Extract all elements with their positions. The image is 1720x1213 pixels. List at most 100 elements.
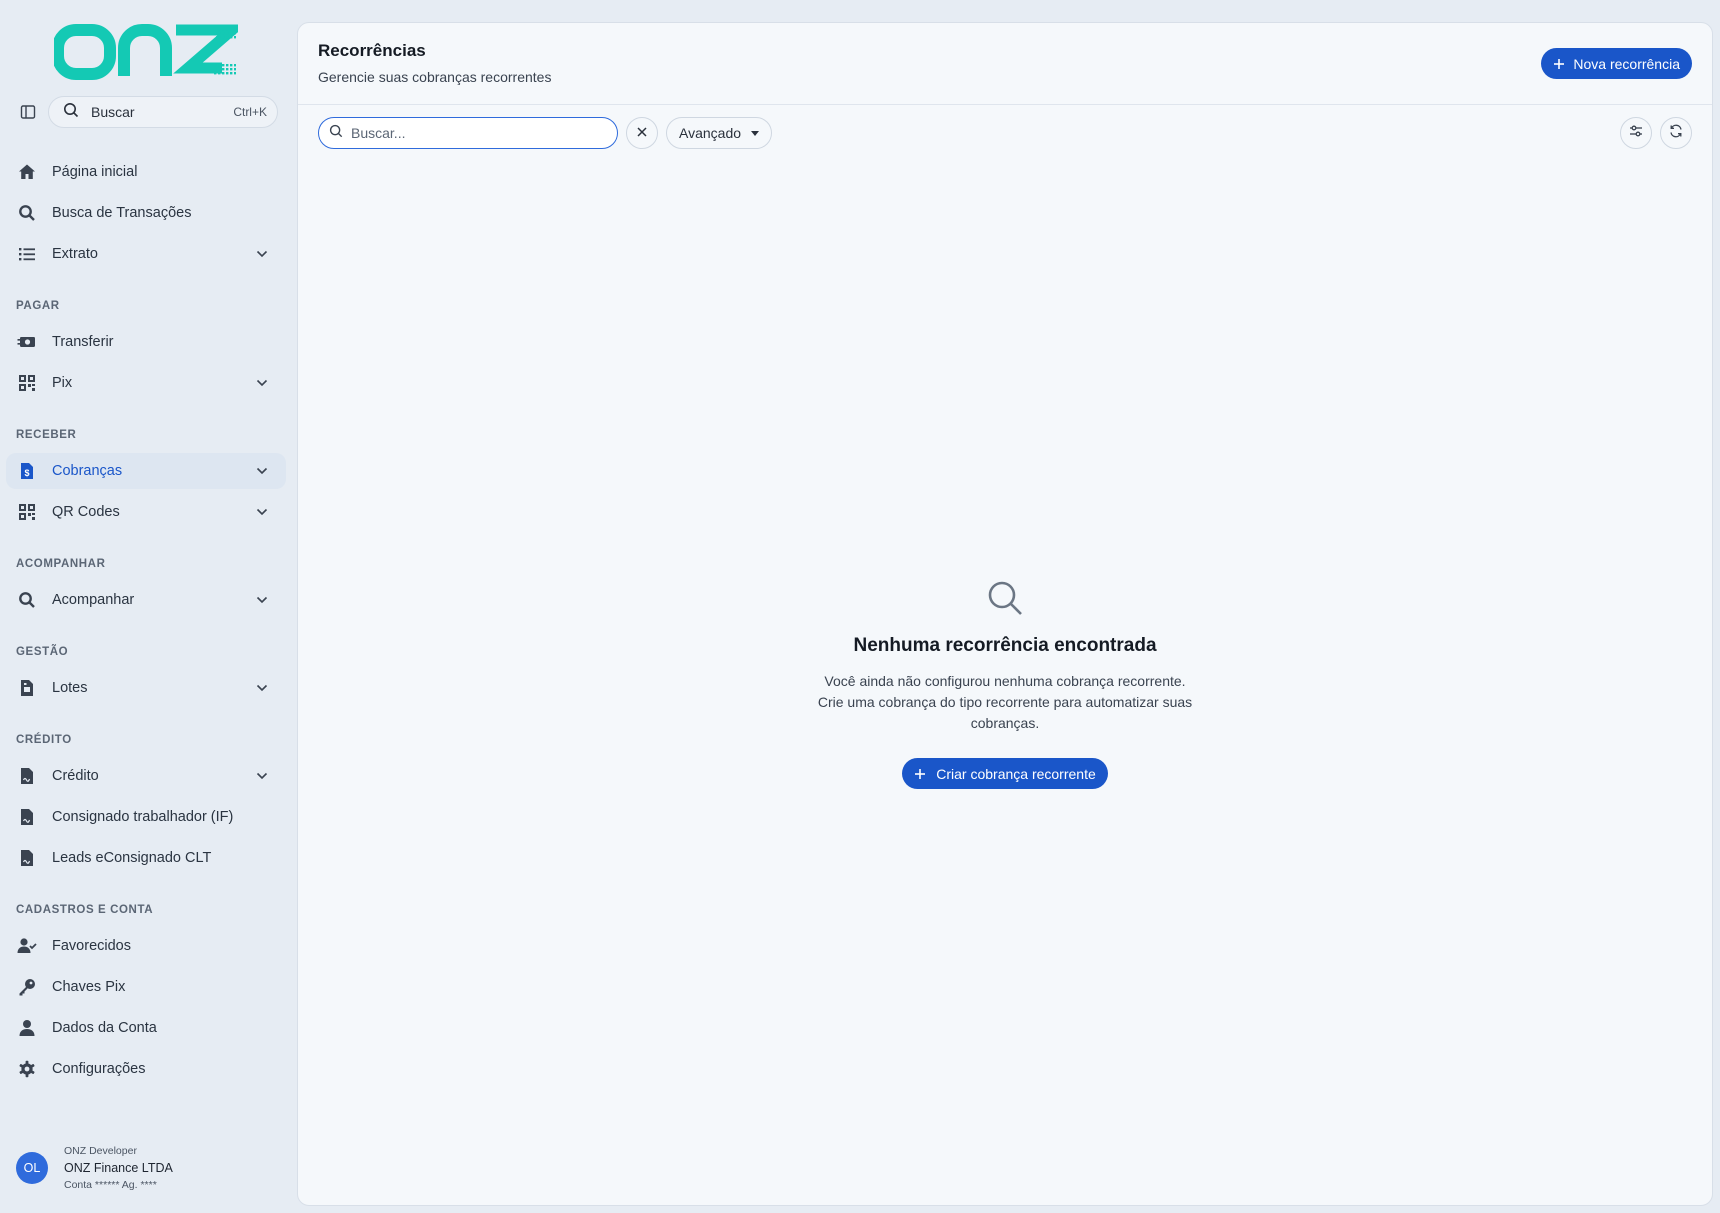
sidebar-item-label: Dados da Conta	[52, 1020, 157, 1036]
chevron-down-icon	[254, 680, 270, 696]
clear-search-button[interactable]	[626, 117, 658, 149]
sidebar-item-label: Favorecidos	[52, 938, 131, 954]
main-panel: Recorrências Gerencie suas cobranças rec…	[297, 22, 1713, 1206]
sidebar-item-label: Página inicial	[52, 164, 138, 180]
page-header: Recorrências Gerencie suas cobranças rec…	[298, 23, 1712, 105]
sidebar-item-transferir[interactable]: Transferir	[6, 324, 286, 360]
sidebar-item-label: Extrato	[52, 246, 98, 262]
sidebar-item-favorecidos[interactable]: Favorecidos	[6, 928, 286, 964]
gear-icon	[16, 1058, 38, 1080]
sidebar-item-extrato[interactable]: Extrato	[6, 236, 286, 272]
sidebar-item-lotes[interactable]: Lotes	[6, 670, 286, 706]
section-title-acompanhar: ACOMPANHAR	[16, 558, 106, 570]
search-icon	[985, 578, 1025, 623]
create-recurring-charge-button[interactable]: Criar cobrança recorrente	[902, 758, 1108, 789]
sidebar-item-label: Leads eConsignado CLT	[52, 850, 212, 866]
user-icon	[16, 1017, 38, 1039]
sidebar-item-label: Crédito	[52, 768, 99, 784]
sidebar-search-label: Buscar	[91, 104, 135, 120]
sidebar-item-credito[interactable]: Crédito	[6, 758, 286, 794]
user-profile[interactable]: OL ONZ Developer ONZ Finance LTDA Conta …	[16, 1140, 286, 1196]
close-icon	[637, 124, 647, 142]
search-icon	[63, 102, 79, 123]
section-title-cadastros: CADASTROS E CONTA	[16, 904, 154, 916]
shortcut-hint: Ctrl+K	[233, 105, 267, 119]
empty-state-title: Nenhuma recorrência encontrada	[853, 635, 1157, 656]
sidebar-item-leads[interactable]: Leads eConsignado CLT	[6, 840, 286, 876]
section-title-gestao: GESTÃO	[16, 646, 69, 658]
qr-code-icon	[16, 501, 38, 523]
user-role: ONZ Developer	[64, 1145, 137, 1157]
plus-icon	[914, 768, 926, 780]
home-icon	[16, 161, 38, 183]
section-title-credito: CRÉDITO	[16, 734, 72, 746]
user-account: Conta ****** Ag. ****	[64, 1179, 157, 1191]
advanced-filter-label: Avançado	[679, 125, 742, 141]
svg-text:$: $	[24, 468, 29, 478]
sidebar-search[interactable]: Buscar Ctrl+K	[48, 96, 278, 128]
plus-icon	[1553, 58, 1565, 70]
sidebar-item-label: QR Codes	[52, 504, 120, 520]
create-recurring-charge-label: Criar cobrança recorrente	[936, 765, 1096, 782]
sidebar-item-label: Pix	[52, 375, 73, 391]
new-recurrence-button[interactable]: Nova recorrência	[1541, 48, 1692, 79]
list-icon	[16, 243, 38, 265]
new-recurrence-label: Nova recorrência	[1573, 55, 1680, 72]
sidebar-item-pix[interactable]: Pix	[6, 365, 286, 401]
qr-code-icon	[16, 372, 38, 394]
contract-icon	[16, 765, 38, 787]
chevron-down-icon	[254, 504, 270, 520]
page-title: Recorrências	[318, 41, 426, 60]
document-icon	[16, 677, 38, 699]
chevron-down-icon	[254, 246, 270, 262]
sidebar-item-transaction-search[interactable]: Busca de Transações	[6, 195, 286, 231]
contract-icon	[16, 847, 38, 869]
sidebar-item-dados-conta[interactable]: Dados da Conta	[6, 1010, 286, 1046]
sidebar-item-qr-codes[interactable]: QR Codes	[6, 494, 286, 530]
sidebar: Buscar Ctrl+K Página inicial Busca de Tr…	[0, 0, 296, 1213]
page-subtitle: Gerencie suas cobranças recorrentes	[318, 69, 552, 85]
search-field[interactable]	[318, 117, 618, 149]
sidebar-item-acompanhar[interactable]: Acompanhar	[6, 582, 286, 618]
column-settings-button[interactable]	[1620, 117, 1652, 149]
section-title-pagar: PAGAR	[16, 300, 60, 312]
sidebar-item-label: Consignado trabalhador (IF)	[52, 809, 234, 825]
refresh-button[interactable]	[1660, 117, 1692, 149]
search-icon	[16, 202, 38, 224]
filter-toolbar: Avançado	[298, 106, 1712, 160]
user-check-icon	[16, 935, 38, 957]
refresh-icon	[1669, 124, 1683, 143]
chevron-down-icon	[254, 592, 270, 608]
search-icon	[329, 124, 343, 143]
search-input[interactable]	[351, 125, 591, 141]
user-company: ONZ Finance LTDA	[64, 1161, 173, 1175]
sidebar-item-label: Busca de Transações	[52, 205, 192, 221]
sidebar-item-chaves-pix[interactable]: Chaves Pix	[6, 969, 286, 1005]
sidebar-item-label: Acompanhar	[52, 592, 135, 608]
search-icon	[16, 589, 38, 611]
invoice-icon: $	[16, 460, 38, 482]
sidebar-item-configuracoes[interactable]: Configurações	[6, 1051, 286, 1087]
sidebar-item-cobrancas[interactable]: $ Cobranças	[6, 453, 286, 489]
sidebar-item-consignado[interactable]: Consignado trabalhador (IF)	[6, 799, 286, 835]
key-icon	[16, 976, 38, 998]
onz-logo[interactable]	[52, 20, 247, 80]
advanced-filter-button[interactable]: Avançado	[666, 117, 773, 149]
sidebar-item-label: Transferir	[52, 334, 114, 350]
sidebar-item-label: Chaves Pix	[52, 979, 126, 995]
chevron-down-icon	[254, 768, 270, 784]
sidebar-item-home[interactable]: Página inicial	[6, 154, 286, 190]
sidebar-item-label: Cobranças	[52, 463, 123, 479]
chevron-down-icon	[254, 463, 270, 479]
caret-down-icon	[751, 130, 760, 136]
section-title-receber: RECEBER	[16, 429, 77, 441]
sidebar-toggle-icon[interactable]	[18, 102, 38, 122]
chevron-down-icon	[254, 375, 270, 391]
sidebar-item-label: Configurações	[52, 1061, 146, 1077]
sidebar-item-label: Lotes	[52, 680, 88, 696]
money-transfer-icon	[16, 331, 38, 353]
sliders-icon	[1629, 124, 1643, 143]
avatar: OL	[16, 1152, 48, 1184]
contract-icon	[16, 806, 38, 828]
empty-state-description: Você ainda não configurou nenhuma cobran…	[817, 673, 1193, 731]
